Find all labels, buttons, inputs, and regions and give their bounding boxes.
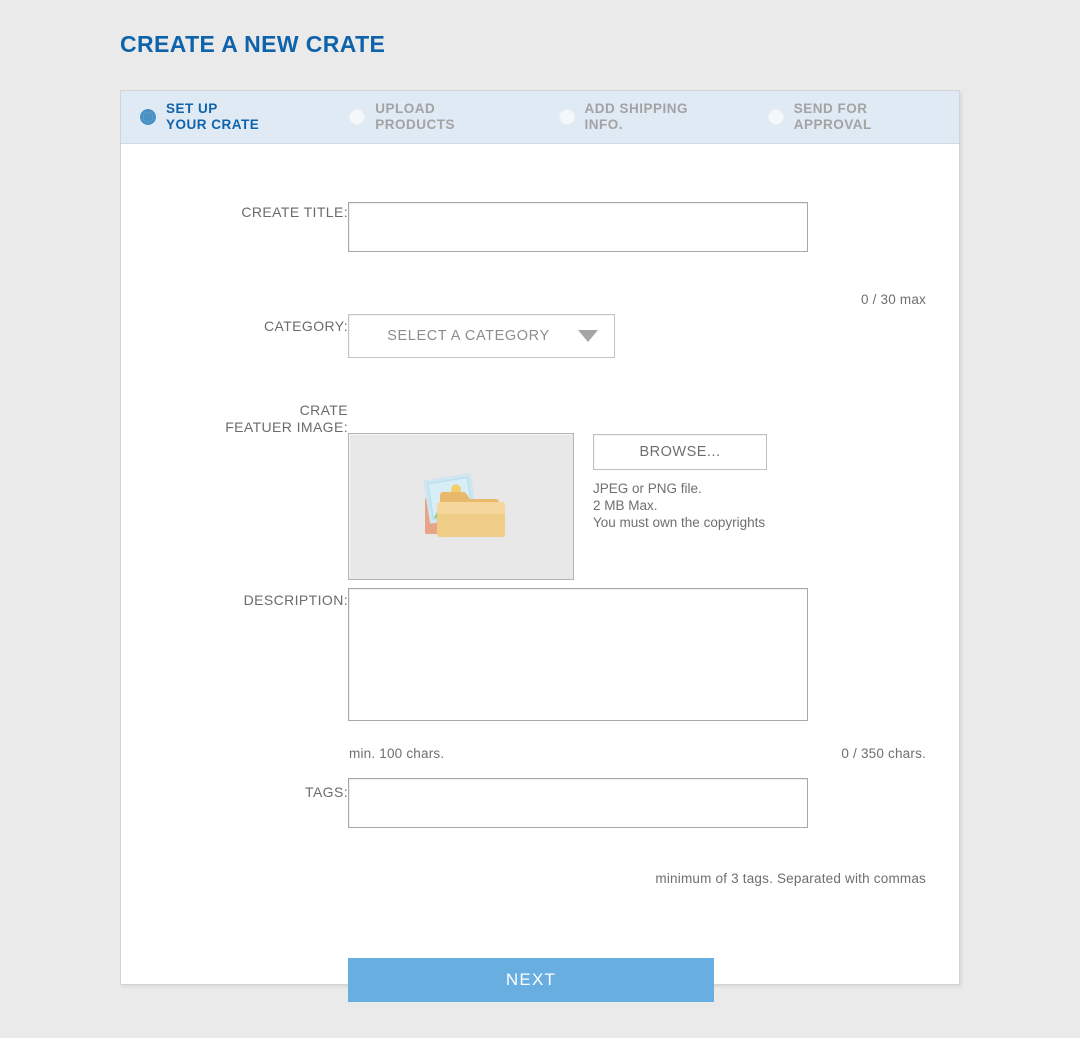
description-input[interactable] [348, 588, 808, 721]
crate-feature-image-label: CRATE FEATUER IMAGE: [225, 402, 348, 435]
radio-empty-icon [767, 109, 784, 125]
step-label: SET UP YOUR CRATE [166, 100, 260, 133]
step-label: ADD SHIPPING INFO. [584, 100, 689, 133]
category-select[interactable]: SELECT A CATEGORY [348, 314, 615, 358]
feature-image-notes: JPEG or PNG file. 2 MB Max. You must own… [593, 481, 766, 530]
title-character-counter: 0 / 30 max [860, 292, 926, 307]
create-title-input[interactable] [348, 202, 808, 252]
step-label: SEND FOR APPROVAL [793, 100, 872, 133]
radio-empty-icon [558, 109, 575, 125]
step-upload-products[interactable]: UPLOAD PRODUCTS [331, 101, 540, 134]
step-add-shipping-info[interactable]: ADD SHIPPING INFO. [541, 101, 750, 134]
category-label: CATEGORY: [264, 318, 348, 334]
radio-empty-icon [349, 109, 366, 125]
step-label: UPLOAD PRODUCTS [375, 100, 456, 133]
create-crate-card: SET UP YOUR CRATE UPLOAD PRODUCTS ADD SH… [120, 90, 960, 1002]
description-character-counter: 0 / 350 chars. [841, 746, 926, 761]
create-title-label: CREATE TITLE: [241, 204, 348, 220]
step-setup-your-crate[interactable]: SET UP YOUR CRATE [121, 101, 331, 134]
chevron-down-icon [578, 330, 598, 342]
tags-input[interactable] [348, 778, 808, 828]
tags-hint: minimum of 3 tags. Separated with commas [655, 871, 926, 886]
step-progress-bar: SET UP YOUR CRATE UPLOAD PRODUCTS ADD SH… [121, 91, 959, 144]
description-min-hint: min. 100 chars. [349, 746, 445, 761]
step-send-for-approval[interactable]: SEND FOR APPROVAL [750, 101, 959, 134]
description-label: DESCRIPTION: [243, 592, 348, 608]
folder-with-photos-icon [423, 472, 505, 537]
category-selected-value: SELECT A CATEGORY [387, 328, 550, 344]
page-title: CREATE A NEW CRATE [120, 31, 386, 57]
browse-button[interactable]: BROWSE... [593, 434, 767, 470]
crate-feature-image-preview[interactable] [348, 433, 574, 580]
radio-selected-icon [140, 109, 156, 125]
next-button[interactable]: NEXT [348, 958, 714, 1002]
tags-label: TAGS: [305, 784, 348, 800]
